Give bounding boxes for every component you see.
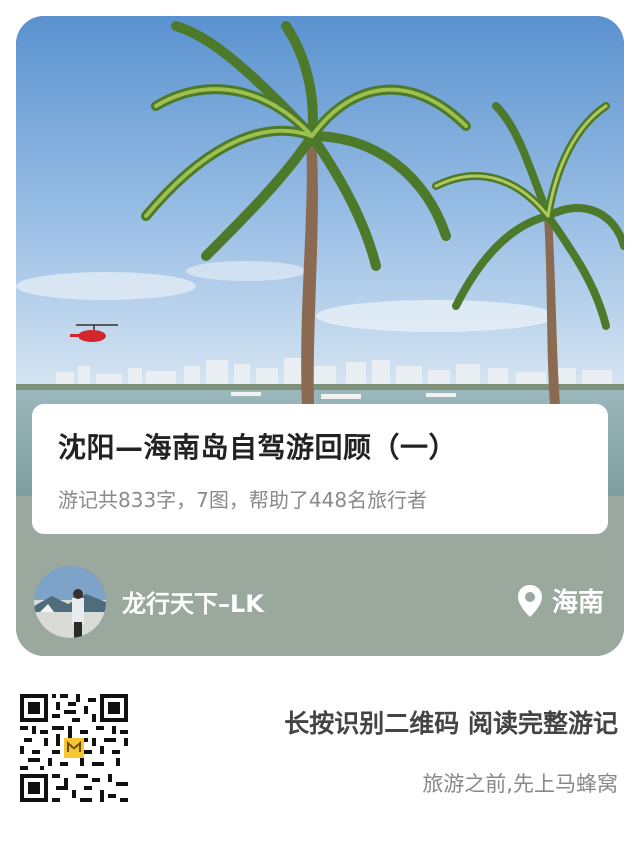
- location-pin-icon: [517, 584, 542, 617]
- note-title[interactable]: 沈阳—海南岛自驾游回顾（一）: [58, 426, 457, 466]
- brand-slogan: 旅游之前,先上马蜂窝: [422, 772, 618, 796]
- qr-instruction: 长按识别二维码 阅读完整游记: [284, 709, 618, 738]
- author-avatar[interactable]: [34, 566, 106, 638]
- travel-note-card[interactable]: 沈阳—海南岛自驾游回顾（一） 游记共833字，7图，帮助了448名旅行者 龙行天…: [16, 16, 624, 656]
- note-stats: 游记共833字，7图，帮助了448名旅行者: [58, 488, 428, 512]
- location-label: 海南: [551, 588, 604, 618]
- qr-code-icon: [20, 694, 128, 802]
- note-info-box[interactable]: 沈阳—海南岛自驾游回顾（一） 游记共833字，7图，帮助了448名旅行者: [32, 404, 608, 534]
- author-name[interactable]: 龙行天下–LK: [122, 584, 264, 619]
- card-footer: 龙行天下–LK 海南: [16, 536, 624, 656]
- location-tag[interactable]: 海南: [517, 582, 604, 619]
- qr-code[interactable]: [20, 694, 128, 802]
